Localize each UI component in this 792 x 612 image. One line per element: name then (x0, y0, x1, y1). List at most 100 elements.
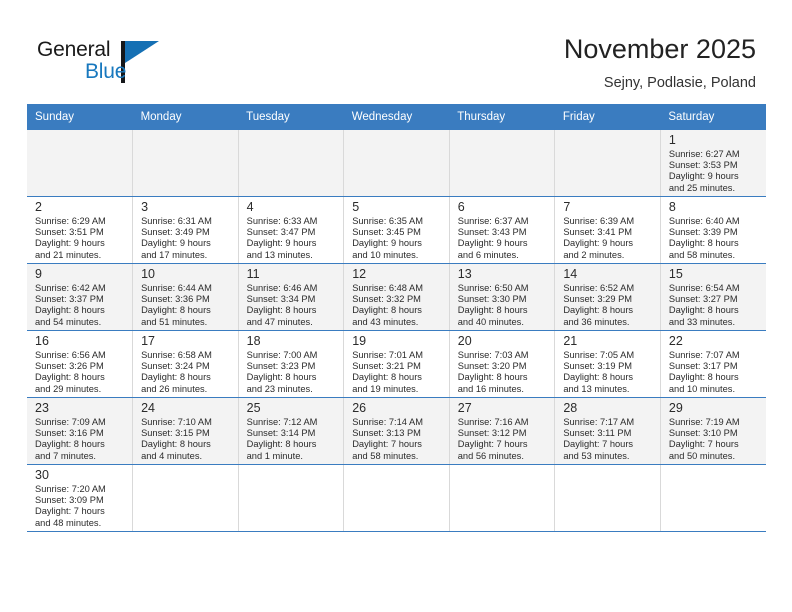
daylight-duration-minutes: and 4 minutes. (141, 450, 203, 461)
calendar-day-cell[interactable]: 28 Sunrise: 7:17 AM Sunset: 3:11 PM Dayligh… (554, 397, 661, 465)
day-sun-info: Sunrise: 7:14 AM Sunset: 3:13 PM Daylight:… (352, 417, 443, 462)
day-cell-content: 10 Sunrise: 6:44 AM Sunset: 3:36 PM Dayligh… (133, 264, 238, 328)
day-cell-content: 4 Sunrise: 6:33 AM Sunset: 3:47 PM Daylight… (239, 197, 344, 261)
daylight-duration-minutes: and 48 minutes. (35, 517, 102, 528)
calendar-day-cell[interactable]: 29 Sunrise: 7:19 AM Sunset: 3:10 PM Dayligh… (660, 397, 766, 465)
calendar-day-cell[interactable]: 12 Sunrise: 6:48 AM Sunset: 3:32 PM Dayligh… (343, 263, 450, 331)
daylight-duration-minutes: and 56 minutes. (457, 450, 524, 461)
day-number: 6 (457, 200, 465, 214)
calendar-day-cell[interactable]: 10 Sunrise: 6:44 AM Sunset: 3:36 PM Dayligh… (132, 263, 239, 331)
day-cell-content: 23 Sunrise: 7:09 AM Sunset: 3:16 PM Dayligh… (27, 398, 132, 462)
daylight-duration-hours: Daylight: 7 hours (668, 439, 739, 450)
calendar-day-cell[interactable]: 17 Sunrise: 6:58 AM Sunset: 3:24 PM Dayligh… (132, 330, 239, 398)
daylight-duration-minutes: and 21 minutes. (35, 249, 102, 260)
sunrise-time: Sunrise: 6:52 AM (563, 283, 635, 293)
calendar-day-cell[interactable]: 13 Sunrise: 6:50 AM Sunset: 3:30 PM Dayligh… (449, 263, 556, 331)
sunset-time: Sunset: 3:41 PM (563, 227, 633, 238)
daylight-duration-minutes: and 53 minutes. (563, 450, 630, 461)
sunset-time: Sunset: 3:39 PM (668, 227, 738, 238)
sunset-time: Sunset: 3:51 PM (35, 227, 104, 238)
day-cell-content: 11 Sunrise: 6:46 AM Sunset: 3:34 PM Dayligh… (239, 264, 344, 328)
day-number: 17 (141, 334, 155, 348)
sunset-time: Sunset: 3:24 PM (141, 361, 210, 372)
calendar-day-cell[interactable]: 19 Sunrise: 7:01 AM Sunset: 3:21 PM Dayligh… (343, 330, 450, 398)
daylight-duration-hours: Daylight: 7 hours (35, 506, 105, 517)
calendar-day-cell[interactable]: 3 Sunrise: 6:31 AM Sunset: 3:49 PM Daylight… (132, 196, 239, 264)
calendar-day-cell-empty (554, 464, 661, 532)
title-block: November 2025 Sejny, Podlasie, Poland (564, 32, 756, 94)
daylight-duration-hours: Daylight: 9 hours (35, 238, 105, 249)
calendar-day-cell[interactable]: 15 Sunrise: 6:54 AM Sunset: 3:27 PM Dayligh… (660, 263, 766, 331)
calendar-day-cell[interactable]: 27 Sunrise: 7:16 AM Sunset: 3:12 PM Dayligh… (449, 397, 556, 465)
calendar-day-cell[interactable]: 8 Sunrise: 6:40 AM Sunset: 3:39 PM Daylight… (660, 196, 766, 264)
calendar-day-cell[interactable]: 5 Sunrise: 6:35 AM Sunset: 3:45 PM Daylight… (343, 196, 450, 264)
calendar-day-cell[interactable]: 4 Sunrise: 6:33 AM Sunset: 3:47 PM Daylight… (238, 196, 345, 264)
day-number: 1 (668, 133, 676, 147)
daylight-duration-hours: Daylight: 9 hours (246, 238, 317, 249)
day-sun-info: Sunrise: 6:31 AM Sunset: 3:49 PM Daylight:… (141, 216, 232, 261)
sunset-time: Sunset: 3:12 PM (457, 428, 527, 439)
daylight-duration-hours: Daylight: 8 hours (668, 372, 739, 383)
calendar-day-cell[interactable]: 20 Sunrise: 7:03 AM Sunset: 3:20 PM Dayligh… (449, 330, 556, 398)
daylight-duration-minutes: and 29 minutes. (35, 383, 102, 394)
calendar-day-cell[interactable]: 18 Sunrise: 7:00 AM Sunset: 3:23 PM Dayligh… (238, 330, 345, 398)
day-sun-info: Sunrise: 6:54 AM Sunset: 3:27 PM Daylight:… (669, 283, 760, 328)
day-number: 12 (352, 267, 367, 281)
weekday-header-friday: Friday (554, 104, 661, 130)
daylight-duration-minutes: and 7 minutes. (35, 450, 96, 461)
day-sun-info: Sunrise: 7:07 AM Sunset: 3:17 PM Daylight:… (669, 350, 760, 395)
calendar-day-cell[interactable]: 23 Sunrise: 7:09 AM Sunset: 3:16 PM Dayligh… (27, 397, 134, 465)
calendar-day-cell[interactable]: 6 Sunrise: 6:37 AM Sunset: 3:43 PM Daylight… (449, 196, 556, 264)
calendar-day-cell[interactable]: 21 Sunrise: 7:05 AM Sunset: 3:19 PM Dayligh… (554, 330, 661, 398)
daylight-duration-hours: Daylight: 8 hours (457, 305, 528, 316)
sunrise-time: Sunrise: 7:00 AM (246, 350, 318, 360)
day-sun-info: Sunrise: 6:35 AM Sunset: 3:45 PM Daylight:… (352, 216, 443, 261)
sunrise-time: Sunrise: 7:17 AM (563, 417, 635, 427)
day-cell-content: 17 Sunrise: 6:58 AM Sunset: 3:24 PM Dayligh… (133, 331, 238, 395)
sunrise-time: Sunrise: 6:44 AM (141, 283, 212, 293)
weekday-header-monday: Monday (132, 104, 239, 130)
calendar-day-cell-empty (660, 464, 766, 532)
daylight-duration-minutes: and 17 minutes. (141, 249, 208, 260)
calendar-day-cell[interactable]: 26 Sunrise: 7:14 AM Sunset: 3:13 PM Dayligh… (343, 397, 450, 465)
calendar-day-cell-empty (132, 130, 239, 197)
calendar-day-cell[interactable]: 25 Sunrise: 7:12 AM Sunset: 3:14 PM Dayligh… (238, 397, 345, 465)
calendar-day-cell[interactable]: 16 Sunrise: 6:56 AM Sunset: 3:26 PM Dayligh… (27, 330, 134, 398)
day-sun-info: Sunrise: 6:33 AM Sunset: 3:47 PM Daylight:… (247, 216, 338, 261)
calendar-day-cell[interactable]: 14 Sunrise: 6:52 AM Sunset: 3:29 PM Dayligh… (554, 263, 661, 331)
daylight-duration-minutes: and 51 minutes. (141, 316, 208, 327)
day-number: 8 (668, 200, 676, 214)
sunset-time: Sunset: 3:17 PM (668, 361, 738, 372)
sunset-time: Sunset: 3:37 PM (35, 294, 104, 305)
calendar-day-cell[interactable]: 11 Sunrise: 6:46 AM Sunset: 3:34 PM Dayligh… (238, 263, 345, 331)
sunset-time: Sunset: 3:45 PM (352, 227, 421, 238)
day-cell-content: 2 Sunrise: 6:29 AM Sunset: 3:51 PM Daylight… (27, 197, 132, 261)
day-number: 7 (563, 200, 571, 214)
day-cell-content: 15 Sunrise: 6:54 AM Sunset: 3:27 PM Dayligh… (661, 264, 766, 328)
day-cell-content: 20 Sunrise: 7:03 AM Sunset: 3:20 PM Dayligh… (450, 331, 555, 395)
day-sun-info: Sunrise: 6:48 AM Sunset: 3:32 PM Daylight:… (352, 283, 443, 328)
daylight-duration-hours: Daylight: 8 hours (141, 439, 211, 450)
day-number: 28 (563, 401, 578, 415)
calendar-day-cell[interactable]: 30 Sunrise: 7:20 AM Sunset: 3:09 PM Dayligh… (27, 464, 134, 532)
calendar-day-cell[interactable]: 24 Sunrise: 7:10 AM Sunset: 3:15 PM Dayligh… (132, 397, 239, 465)
day-cell-content: 14 Sunrise: 6:52 AM Sunset: 3:29 PM Dayligh… (555, 264, 660, 328)
daylight-duration-hours: Daylight: 8 hours (35, 439, 105, 450)
daylight-duration-hours: Daylight: 7 hours (457, 439, 528, 450)
calendar-day-cell[interactable]: 2 Sunrise: 6:29 AM Sunset: 3:51 PM Daylight… (27, 196, 134, 264)
calendar-week-row: 9 Sunrise: 6:42 AM Sunset: 3:37 PM Daylight… (27, 263, 766, 331)
sunrise-time: Sunrise: 6:40 AM (668, 216, 740, 226)
calendar-day-cell-empty (132, 464, 239, 532)
sunrise-time: Sunrise: 7:19 AM (668, 417, 740, 427)
weekday-header-thursday: Thursday (449, 104, 555, 130)
calendar-day-cell[interactable]: 1 Sunrise: 6:27 AM Sunset: 3:53 PM Daylight… (660, 130, 766, 197)
calendar-day-cell[interactable]: 7 Sunrise: 6:39 AM Sunset: 3:41 PM Daylight… (554, 196, 661, 264)
generalblue-logo[interactable]: General Blue (37, 38, 217, 90)
day-cell-content: 8 Sunrise: 6:40 AM Sunset: 3:39 PM Daylight… (661, 197, 766, 261)
daylight-duration-minutes: and 50 minutes. (668, 450, 736, 461)
calendar-day-cell[interactable]: 9 Sunrise: 6:42 AM Sunset: 3:37 PM Daylight… (27, 263, 134, 331)
day-sun-info: Sunrise: 6:42 AM Sunset: 3:37 PM Daylight:… (35, 283, 126, 328)
daylight-duration-hours: Daylight: 8 hours (35, 372, 105, 383)
calendar-day-cell[interactable]: 22 Sunrise: 7:07 AM Sunset: 3:17 PM Dayligh… (660, 330, 766, 398)
day-number: 13 (457, 267, 472, 281)
